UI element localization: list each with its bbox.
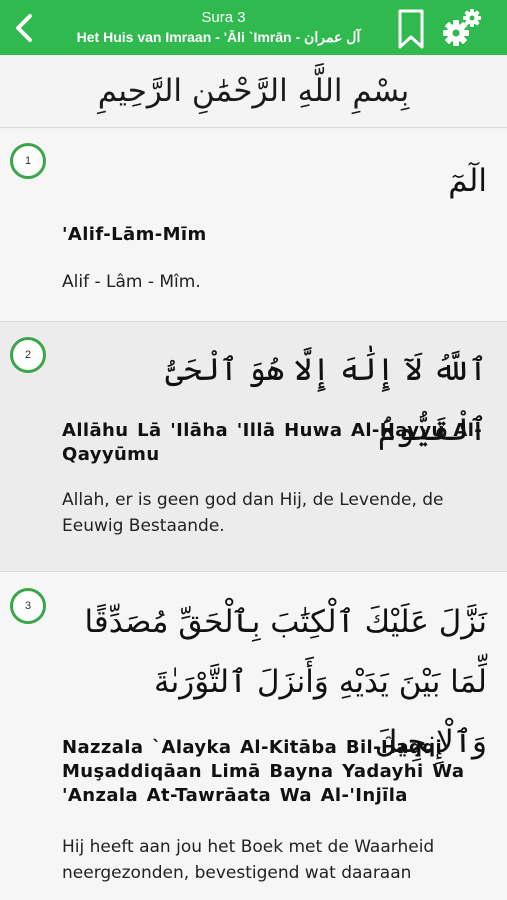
- verse-transliteration: 'Alif-Lām-Mīm: [62, 224, 207, 245]
- settings-button[interactable]: [440, 6, 484, 50]
- verse-row[interactable]: 2 ٱللَّهُ لَآ إِلَٰهَ إِلَّا هُوَ ٱلْحَى…: [0, 322, 507, 572]
- back-button[interactable]: [8, 8, 44, 48]
- verse-transliteration: Nazzala `Alayka Al-Kitāba Bil-Ĥaqqi Muşa…: [62, 737, 465, 806]
- verse-translation: Alif - Lâm - Mîm.: [62, 272, 201, 292]
- sura-number-title: Sura 3: [201, 9, 246, 26]
- top-bar: Sura 3 Het Huis van Imraan - 'Āli `Imrān…: [0, 0, 507, 55]
- bookmark-button[interactable]: [396, 8, 426, 50]
- bookmark-icon: [398, 9, 424, 49]
- gears-icon: [443, 9, 481, 46]
- verse-number-badge: 1: [10, 143, 46, 179]
- verse-translation: Allah, er is geen god dan Hij, de Levend…: [62, 490, 444, 536]
- bismillah-banner: بِسْمِ اللَّهِ الرَّحْمَٰنِ الرَّحِيمِ: [0, 55, 507, 128]
- sura-name-subtitle: Het Huis van Imraan - 'Āli `Imrān - آل ع…: [76, 29, 361, 45]
- verse-translation: Hij heeft aan jou het Boek met de Waarhe…: [62, 837, 435, 883]
- chevron-left-icon: [16, 14, 32, 42]
- verse-number-badge: 3: [10, 588, 46, 624]
- verse-row[interactable]: 3 نَزَّلَ عَلَيْكَ ٱلْكِتَٰبَ بِٱلْحَقِّ…: [0, 572, 507, 900]
- verse-row[interactable]: 1 الٓمٓ 'Alif-Lām-Mīm Alif - Lâm - Mîm.: [0, 129, 507, 322]
- verse-arabic-text: الٓمٓ: [448, 163, 487, 199]
- verse-number-badge: 2: [10, 337, 46, 373]
- verse-transliteration: Allāhu Lā 'Ilāha 'Illā Huwa Al-Ĥayyu Al-…: [62, 420, 483, 465]
- bismillah-text: بِسْمِ اللَّهِ الرَّحْمَٰنِ الرَّحِيمِ: [97, 73, 410, 109]
